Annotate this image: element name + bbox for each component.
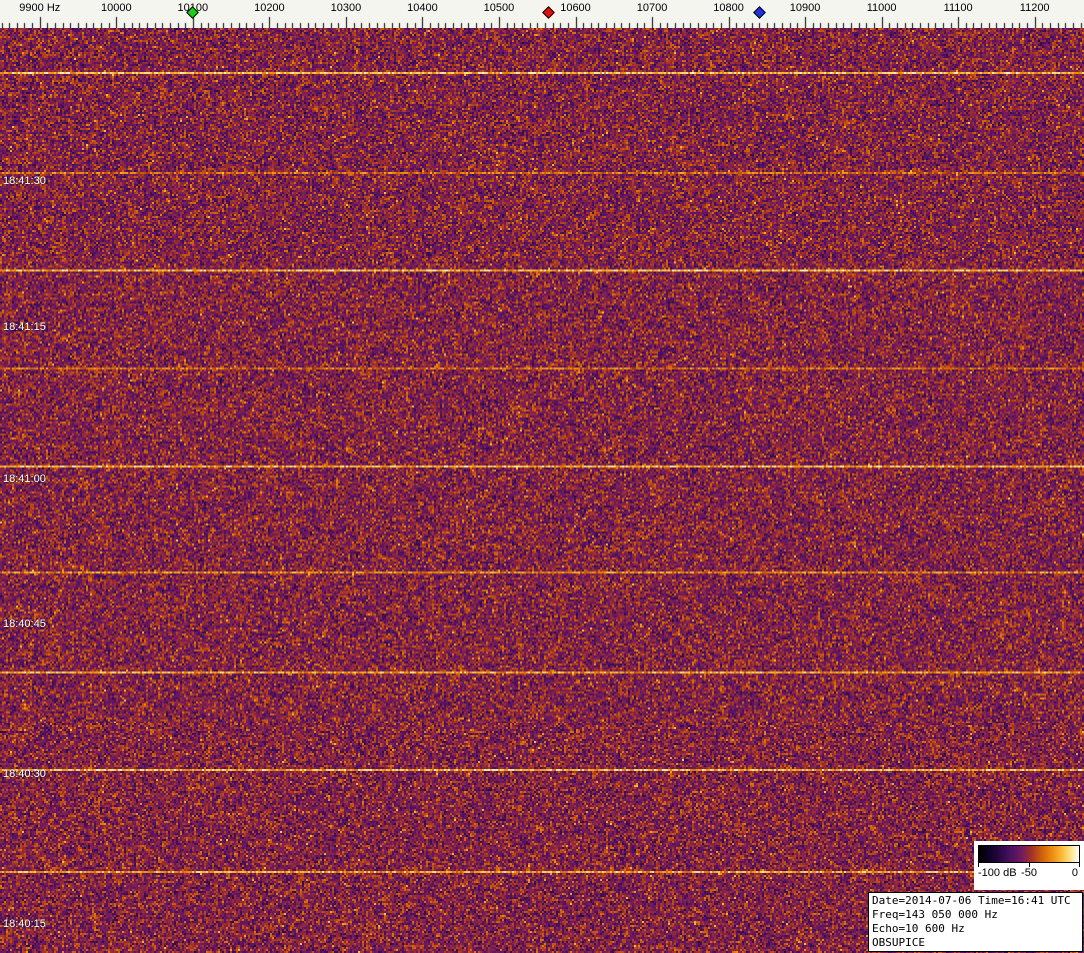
time-tick-label: 18:40:30 [3, 768, 46, 780]
freq-tick-label: 10200 [254, 2, 285, 14]
freq-tick-label: 11100 [944, 2, 973, 14]
frequency-tick-marks [0, 0, 1084, 28]
legend-mid-label: -50 [1021, 867, 1037, 879]
time-tick-label: 18:41:00 [3, 473, 46, 485]
freq-tick-label: 10600 [560, 2, 591, 14]
freq-tick-label: 11000 [867, 2, 897, 14]
info-date-time: Date=2014-07-06 Time=16:41 UTC [872, 894, 1079, 908]
time-tick-label: 18:40:15 [3, 918, 46, 930]
info-station: OBSUPICE [872, 936, 1079, 950]
freq-tick-label: 10000 [101, 2, 132, 14]
info-frequency: Freq=143 050 000 Hz [872, 908, 1079, 922]
legend-min-label: -100 dB [978, 867, 1017, 879]
spectrogram-app: 9900 Hz100001010010200103001040010500106… [0, 0, 1084, 953]
freq-tick-label: 10500 [484, 2, 515, 14]
info-echo: Echo=10 600 Hz [872, 922, 1079, 936]
time-tick-label: 18:41:15 [3, 321, 46, 333]
intensity-legend: -100 dB -50 0 [974, 841, 1084, 890]
freq-tick-label: 10700 [637, 2, 668, 14]
freq-tick-label: 10400 [407, 2, 438, 14]
intensity-gradient-bar [978, 845, 1080, 863]
freq-tick-label: 11200 [1020, 2, 1050, 14]
freq-tick-label: 10300 [331, 2, 362, 14]
legend-labels: -100 dB -50 0 [978, 867, 1080, 881]
spectrogram-canvas[interactable] [0, 28, 1084, 953]
observation-info-box: Date=2014-07-06 Time=16:41 UTC Freq=143 … [868, 892, 1083, 952]
time-tick-label: 18:40:45 [3, 618, 46, 630]
freq-tick-label: 10800 [713, 2, 744, 14]
spectrogram-area: -100 dB -50 0 Date=2014-07-06 Time=16:41… [0, 28, 1084, 953]
freq-tick-label: 9900 Hz [19, 2, 60, 14]
freq-tick-label: 10900 [790, 2, 821, 14]
frequency-ruler[interactable]: 9900 Hz100001010010200103001040010500106… [0, 0, 1084, 28]
legend-max-label: 0 [1072, 867, 1078, 879]
time-tick-label: 18:41:30 [3, 175, 46, 187]
